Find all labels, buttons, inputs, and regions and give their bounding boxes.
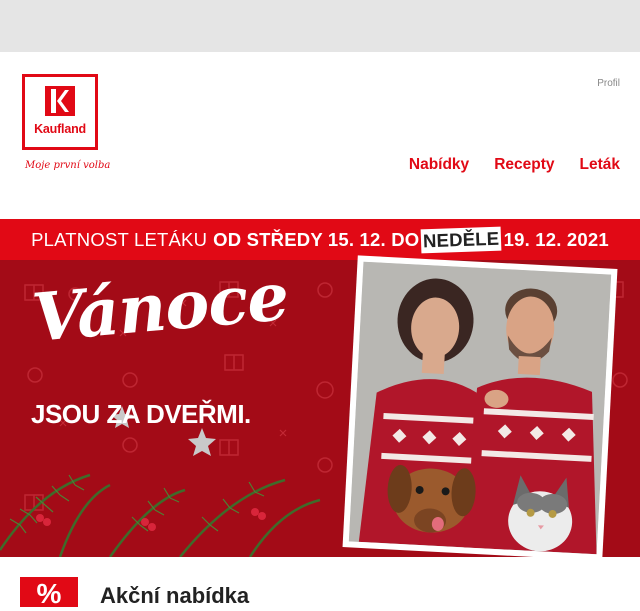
nav-flyer-link[interactable]: Leták: [580, 156, 621, 174]
kaufland-k-icon: [45, 86, 75, 116]
brand-slogan: Moje první volba: [25, 160, 111, 171]
validity-from: OD STŘEDY 15. 12. DO: [213, 228, 420, 250]
offer-section-header[interactable]: % Akční nabídka: [0, 557, 640, 609]
email-header: Kaufland Moje první volba Profil Nabídky…: [0, 52, 640, 219]
nav-offers-link[interactable]: Nabídky: [409, 156, 469, 174]
couple-with-pets-illustration: [348, 261, 612, 555]
flyer-validity-strip: PLATNOST LETÁKU OD STŘEDY 15. 12. DO NED…: [0, 219, 640, 260]
profile-link[interactable]: Profil: [597, 78, 620, 89]
family-photo: [342, 255, 618, 557]
validity-to: 19. 12. 2021: [503, 228, 609, 250]
logo-wordmark: Kaufland: [34, 122, 86, 136]
k-glyph-icon: [51, 89, 69, 113]
main-nav: Nabídky Recepty Leták: [409, 156, 620, 174]
browser-top-bar: [0, 0, 640, 52]
offer-section-title: Akční nabídka: [100, 583, 250, 608]
kaufland-logo[interactable]: Kaufland: [22, 74, 98, 150]
christmas-banner[interactable]: PLATNOST LETÁKU OD STŘEDY 15. 12. DO NED…: [0, 219, 640, 557]
percent-icon: %: [20, 577, 78, 609]
banner-subheadline: JSOU ZA DVEŘMI.: [31, 399, 251, 429]
validity-day-highlight: NEDĚLE: [420, 226, 503, 253]
validity-prefix: PLATNOST LETÁKU: [31, 228, 208, 250]
nav-recipes-link[interactable]: Recepty: [494, 156, 554, 174]
